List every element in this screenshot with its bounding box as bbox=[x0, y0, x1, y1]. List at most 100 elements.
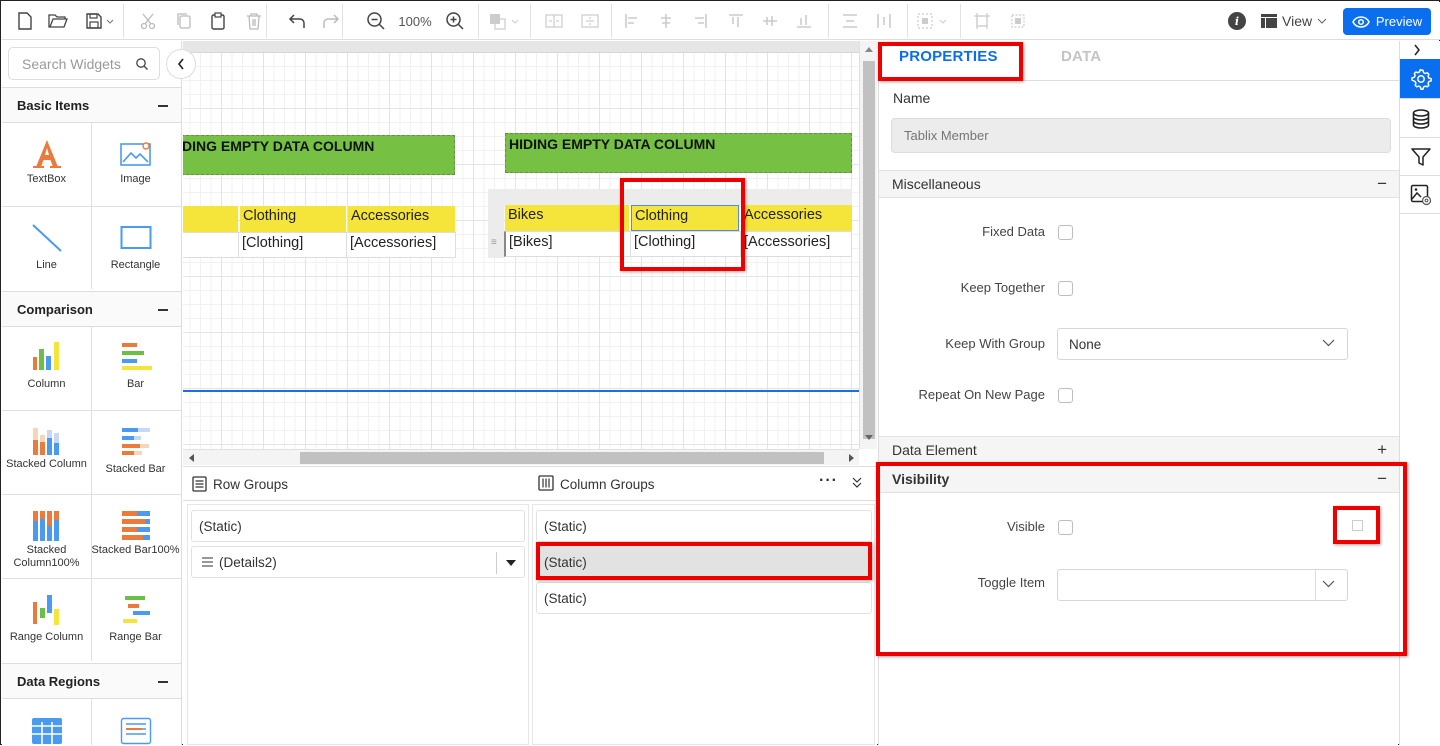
visible-checkbox[interactable] bbox=[1058, 520, 1073, 535]
row-drag-handle-icon[interactable]: ≡ bbox=[491, 237, 497, 248]
scroll-thumb[interactable] bbox=[300, 452, 824, 464]
properties-strip-button[interactable] bbox=[1400, 59, 1440, 99]
table-header-cell[interactable]: Accessories bbox=[348, 206, 455, 232]
open-folder-icon[interactable] bbox=[46, 2, 70, 40]
preview-button[interactable]: Preview bbox=[1343, 8, 1431, 35]
column-group-item[interactable]: (Static) bbox=[536, 510, 872, 542]
zoom-in-icon[interactable] bbox=[443, 2, 467, 40]
section-miscellaneous[interactable]: Miscellaneous − bbox=[879, 170, 1399, 198]
scroll-thumb[interactable] bbox=[863, 61, 875, 439]
distribute-vertical-icon[interactable] bbox=[872, 2, 896, 40]
report-title-textbox[interactable]: HIDING EMPTY DATA COLUMN bbox=[183, 135, 455, 175]
category-comparison[interactable]: Comparison bbox=[2, 291, 181, 327]
data-strip-button[interactable] bbox=[1400, 100, 1440, 138]
size-to-grid-icon[interactable] bbox=[970, 2, 994, 40]
widget-stacked-column100[interactable]: Stacked Column100% bbox=[2, 510, 91, 570]
section-data-element[interactable]: Data Element + bbox=[879, 436, 1399, 464]
align-top-icon[interactable] bbox=[724, 2, 748, 40]
expression-checkbox[interactable] bbox=[1352, 520, 1363, 531]
zoom-out-icon[interactable] bbox=[364, 2, 388, 40]
collapse-icon[interactable]: − bbox=[1377, 469, 1387, 489]
widget-image[interactable]: Image bbox=[91, 141, 180, 186]
new-file-icon[interactable] bbox=[14, 2, 36, 40]
image-manager-strip-button[interactable] bbox=[1400, 176, 1440, 214]
column-group-item[interactable]: (Static) bbox=[536, 582, 872, 614]
save-icon[interactable] bbox=[82, 2, 118, 40]
search-widgets-input[interactable]: Search Widgets bbox=[8, 47, 160, 80]
table-header-cell[interactable]: Clothing bbox=[240, 206, 346, 232]
redo-icon[interactable] bbox=[318, 2, 344, 40]
collapse-icon[interactable] bbox=[158, 105, 168, 107]
row-group-item[interactable]: (Static) bbox=[191, 510, 525, 542]
keep-together-checkbox[interactable] bbox=[1058, 281, 1073, 296]
widget-column[interactable]: Column bbox=[2, 341, 91, 391]
cut-icon[interactable] bbox=[136, 2, 160, 40]
scroll-up-icon[interactable] bbox=[865, 47, 873, 52]
canvas-vertical-scrollbar[interactable] bbox=[859, 41, 877, 449]
column-group-item-selected[interactable]: (Static) bbox=[536, 546, 872, 578]
paste-icon[interactable] bbox=[206, 2, 230, 40]
delete-icon[interactable] bbox=[242, 2, 266, 40]
table-detail-cell[interactable]: [Clothing] bbox=[238, 232, 347, 258]
keep-with-group-dropdown[interactable]: None bbox=[1057, 328, 1348, 360]
scroll-right-icon[interactable] bbox=[849, 454, 854, 462]
collapse-icon[interactable] bbox=[158, 681, 168, 683]
widget-stacked-column[interactable]: Stacked Column bbox=[2, 426, 91, 471]
section-visibility[interactable]: Visibility − bbox=[879, 465, 1399, 493]
fit-to-grid-icon[interactable] bbox=[1006, 2, 1030, 40]
widget-range-column[interactable]: Range Column bbox=[2, 594, 91, 644]
copy-icon[interactable] bbox=[172, 2, 196, 40]
tab-data[interactable]: DATA bbox=[1061, 48, 1101, 65]
align-middle-icon[interactable] bbox=[758, 2, 782, 40]
table-header-cell[interactable]: Accessories bbox=[741, 205, 852, 231]
table-detail-cell[interactable]: [Accessories] bbox=[740, 231, 852, 257]
info-button[interactable]: i bbox=[1228, 2, 1246, 40]
widget-stacked-bar100[interactable]: Stacked Bar100% bbox=[91, 510, 180, 557]
table-header-cell[interactable]: Bikes bbox=[505, 205, 629, 231]
report-body-boundary[interactable] bbox=[183, 390, 859, 392]
align-bottom-icon[interactable] bbox=[792, 2, 816, 40]
widget-rectangle[interactable]: Rectangle bbox=[91, 225, 180, 272]
widget-line[interactable]: Line bbox=[2, 223, 91, 272]
merge-cell-icon[interactable] bbox=[578, 2, 602, 40]
scroll-left-icon[interactable] bbox=[189, 454, 194, 462]
widget-textbox[interactable]: TextBox bbox=[2, 139, 91, 186]
collapse-icon[interactable]: − bbox=[1377, 174, 1387, 194]
repeat-on-new-page-checkbox[interactable] bbox=[1058, 388, 1073, 403]
drag-handle-icon[interactable] bbox=[202, 557, 213, 567]
row-group-item[interactable]: (Details2) bbox=[191, 546, 525, 578]
dropdown-arrow-icon[interactable] bbox=[506, 560, 516, 566]
collapse-panel-button[interactable] bbox=[166, 49, 196, 79]
expand-panel-button[interactable] bbox=[1413, 44, 1421, 59]
distribute-horizontal-icon[interactable] bbox=[838, 2, 862, 40]
name-input[interactable] bbox=[891, 118, 1391, 153]
split-cell-icon[interactable] bbox=[542, 2, 566, 40]
widget-stacked-bar[interactable]: Stacked Bar bbox=[91, 426, 180, 476]
group-icon[interactable] bbox=[914, 2, 952, 40]
table-header-cell[interactable] bbox=[183, 206, 238, 232]
collapse-icon[interactable] bbox=[158, 309, 168, 311]
align-left-icon[interactable] bbox=[620, 2, 644, 40]
table-detail-cell[interactable]: [Clothing] bbox=[630, 231, 741, 257]
scroll-down-icon[interactable] bbox=[865, 435, 873, 440]
table-header-cell-selected[interactable]: Clothing bbox=[631, 205, 739, 231]
double-chevron-down-icon[interactable] bbox=[852, 477, 862, 489]
design-canvas[interactable]: HIDING EMPTY DATA COLUMN Clothing Access… bbox=[183, 41, 859, 449]
more-options-icon[interactable]: ··· bbox=[819, 472, 838, 490]
align-center-icon[interactable] bbox=[654, 2, 678, 40]
widget-range-bar[interactable]: Range Bar bbox=[91, 594, 180, 644]
widget-table[interactable] bbox=[2, 717, 91, 745]
fixed-data-checkbox[interactable] bbox=[1058, 225, 1073, 240]
view-menu-button[interactable]: View bbox=[1261, 2, 1327, 40]
table-detail-cell[interactable]: [Bikes] bbox=[504, 231, 631, 257]
table-detail-cell[interactable] bbox=[183, 232, 239, 258]
category-data-regions[interactable]: Data Regions bbox=[2, 663, 181, 699]
align-right-icon[interactable] bbox=[688, 2, 712, 40]
table-detail-cell[interactable]: [Accessories] bbox=[346, 232, 456, 258]
undo-icon[interactable] bbox=[284, 2, 310, 40]
category-basic-items[interactable]: Basic Items bbox=[2, 87, 181, 123]
report-title-textbox[interactable]: HIDING EMPTY DATA COLUMN bbox=[505, 133, 852, 173]
toggle-item-dropdown[interactable] bbox=[1057, 569, 1348, 601]
canvas-horizontal-scrollbar[interactable] bbox=[183, 449, 859, 465]
tab-properties[interactable]: PROPERTIES bbox=[899, 48, 998, 65]
